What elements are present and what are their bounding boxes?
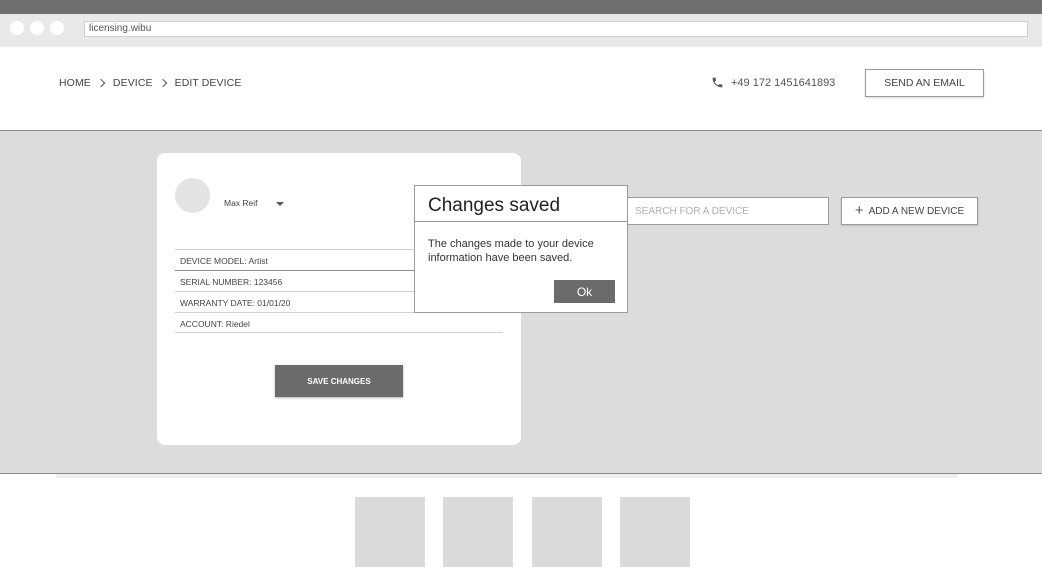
add-device-button[interactable]: + ADD A NEW DEVICE [841, 197, 978, 225]
footer-thumbnail[interactable] [443, 497, 513, 567]
browser-top-strip [0, 0, 1042, 14]
phone-icon [712, 77, 723, 88]
browser-chrome: licensing.wibu [0, 14, 1042, 47]
send-email-button[interactable]: SEND AN EMAIL [865, 69, 984, 97]
caret-down-icon[interactable] [276, 202, 284, 206]
footer-divider [56, 474, 958, 478]
footer-thumbnail[interactable] [355, 497, 425, 567]
breadcrumb-device[interactable]: DEVICE [113, 77, 153, 89]
phone-number: +49 172 1451641893 [731, 76, 836, 89]
field-account[interactable]: ACCOUNT: Riedel [175, 312, 503, 333]
window-close-dot[interactable] [10, 21, 24, 35]
address-bar[interactable]: licensing.wibu [84, 21, 1028, 37]
ok-button[interactable]: Ok [554, 280, 615, 303]
chevron-right-icon [158, 78, 167, 88]
page-header: HOME DEVICE EDIT DEVICE +49 172 14516418… [0, 47, 1042, 131]
dialog-message: The changes made to your device informat… [428, 238, 594, 264]
footer-thumbnail[interactable] [532, 497, 602, 567]
user-name[interactable]: Max Reif [224, 198, 258, 208]
breadcrumb: HOME DEVICE EDIT DEVICE [59, 77, 241, 89]
dialog-title: Changes saved [415, 186, 627, 222]
save-changes-button[interactable]: SAVE CHANGES [275, 365, 403, 397]
breadcrumb-home[interactable]: HOME [59, 77, 91, 89]
footer-thumbnail[interactable] [620, 497, 690, 567]
changes-saved-dialog: Changes saved The changes made to your d… [414, 185, 628, 313]
window-minimize-dot[interactable] [30, 21, 44, 35]
avatar [175, 178, 210, 213]
breadcrumb-edit-device: EDIT DEVICE [174, 77, 242, 89]
search-device-input[interactable]: SEARCH FOR A DEVICE [625, 197, 829, 225]
chevron-right-icon [96, 78, 106, 88]
add-device-label: ADD A NEW DEVICE [868, 205, 965, 217]
plus-icon: + [854, 202, 864, 219]
phone-contact: +49 172 1451641893 [711, 76, 835, 89]
window-maximize-dot[interactable] [50, 21, 64, 35]
